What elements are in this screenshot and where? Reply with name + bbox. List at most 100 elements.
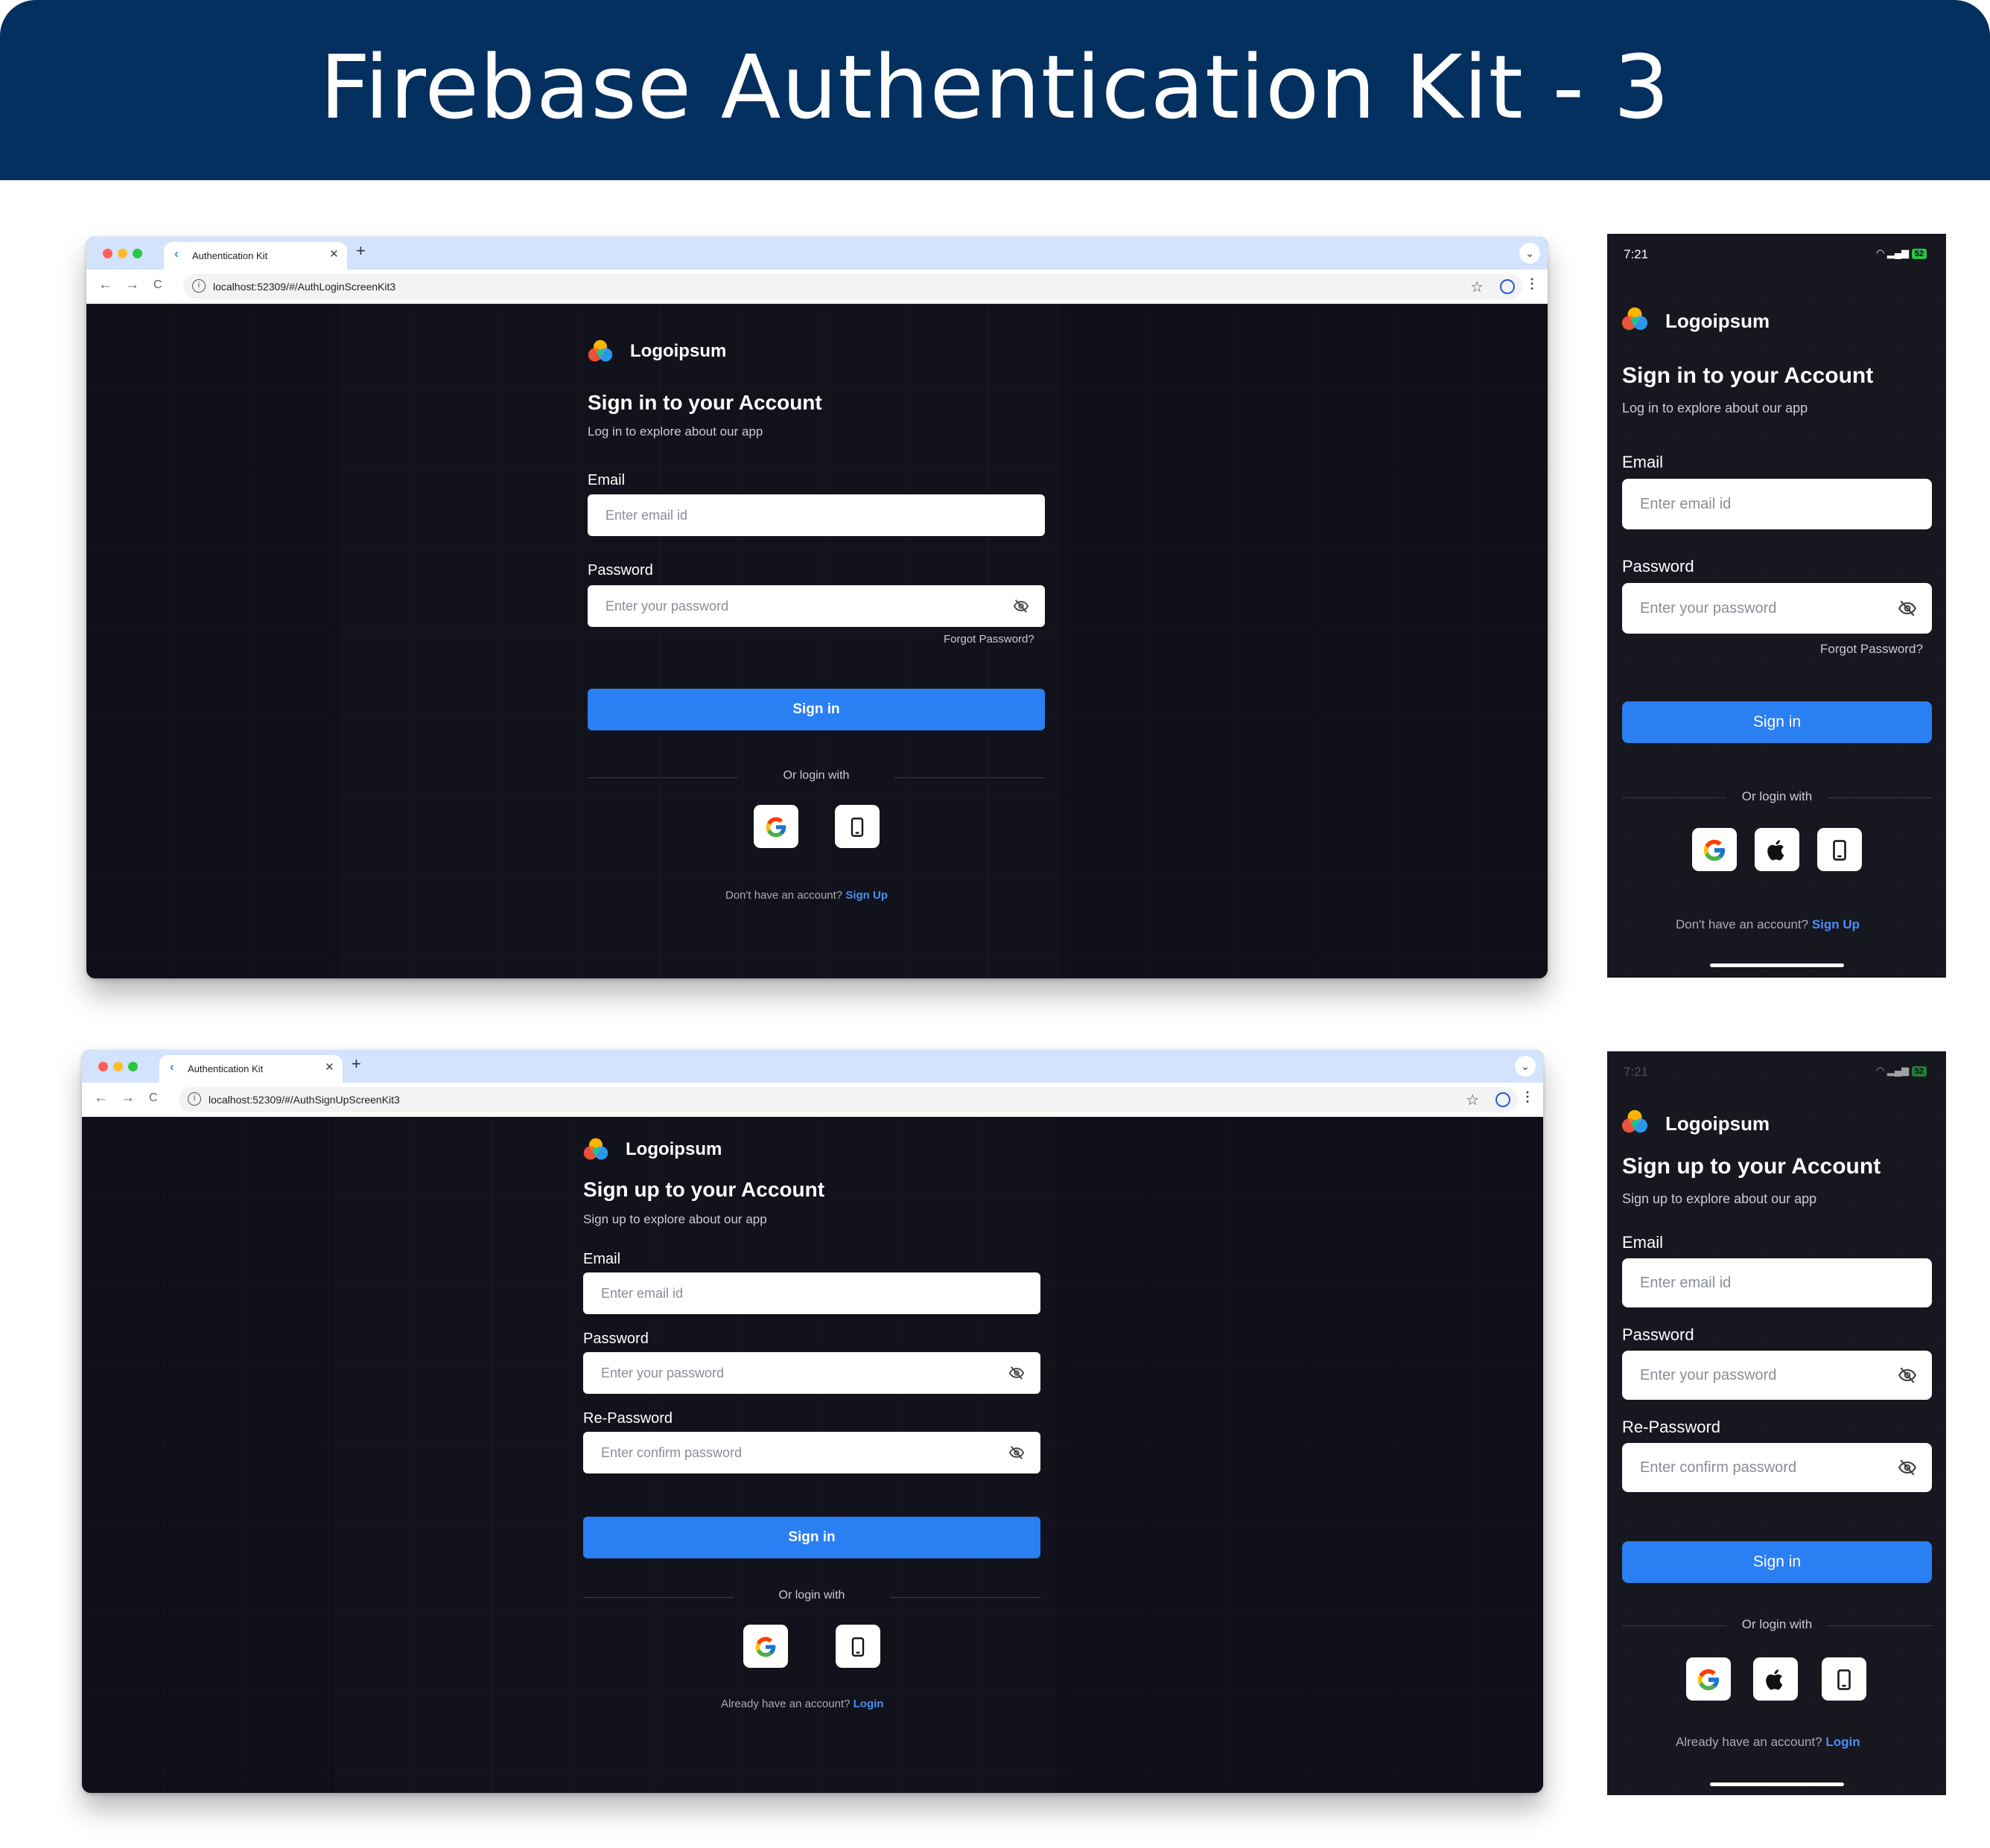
logo-icon: [582, 1136, 609, 1163]
status-time: 7:21: [1624, 247, 1649, 261]
phone-login-button[interactable]: [1822, 1657, 1866, 1701]
site-info-icon[interactable]: i: [188, 1092, 201, 1106]
password-input[interactable]: [1622, 1351, 1932, 1400]
sign-in-button[interactable]: Sign in: [1622, 1541, 1932, 1583]
phone-login-button[interactable]: [835, 805, 880, 848]
signal-icon: ▂▄▆: [1886, 247, 1910, 258]
url-field[interactable]: i localhost:52309/#/AuthLoginScreenKit3 …: [183, 274, 1522, 299]
email-input[interactable]: [588, 494, 1045, 536]
page-content: Logoipsum Sign in to your Account Log in…: [86, 304, 1548, 978]
forgot-password-link[interactable]: Forgot Password?: [1820, 642, 1923, 657]
browser-tab[interactable]: ‹ Authentication Kit ×: [164, 242, 347, 270]
apple-login-button[interactable]: [1755, 828, 1799, 871]
eye-off-icon[interactable]: [1013, 598, 1029, 614]
browser-window-login: ‹ Authentication Kit × + ⌄ ← → C i local…: [86, 237, 1548, 978]
email-label: Email: [1622, 1233, 1664, 1252]
tab-bar: ‹ Authentication Kit × + ⌄: [82, 1050, 1543, 1083]
sign-up-link[interactable]: Sign Up: [1812, 917, 1860, 931]
page-subtitle: Log in to explore about our app: [588, 424, 763, 439]
address-bar: ← → C i localhost:52309/#/AuthLoginScree…: [86, 270, 1548, 304]
bookmark-star-icon[interactable]: ☆: [1466, 1091, 1479, 1109]
sign-in-button[interactable]: Sign in: [588, 689, 1045, 730]
google-icon: [754, 1635, 778, 1659]
eye-off-icon[interactable]: [1008, 1444, 1025, 1461]
divider-right: [894, 777, 1045, 778]
phone-icon: [1828, 839, 1851, 861]
login-link[interactable]: Login: [1825, 1735, 1860, 1749]
login-link[interactable]: Login: [853, 1698, 884, 1710]
apple-login-button[interactable]: [1753, 1657, 1798, 1701]
close-window-dot[interactable]: [103, 249, 112, 258]
bookmark-star-icon[interactable]: ☆: [1470, 278, 1484, 296]
minimize-window-dot[interactable]: [113, 1062, 123, 1071]
battery-icon: 52: [1911, 249, 1927, 259]
maximize-window-dot[interactable]: [128, 1062, 138, 1071]
browser-menu-icon[interactable]: ⋮: [1521, 1089, 1534, 1105]
close-tab-icon[interactable]: ×: [330, 246, 338, 263]
close-window-dot[interactable]: [98, 1062, 108, 1071]
email-input[interactable]: [1622, 1258, 1932, 1307]
divider-text: Or login with: [1741, 1617, 1813, 1631]
back-icon[interactable]: ←: [98, 277, 112, 293]
eye-off-icon[interactable]: [1008, 1365, 1025, 1381]
google-login-button[interactable]: [1686, 1657, 1731, 1701]
reload-icon[interactable]: C: [153, 278, 162, 292]
google-login-button[interactable]: [754, 805, 798, 848]
eye-off-icon[interactable]: [1898, 1366, 1917, 1385]
close-tab-icon[interactable]: ×: [325, 1060, 334, 1076]
forgot-password-link[interactable]: Forgot Password?: [944, 633, 1034, 646]
forward-icon[interactable]: →: [121, 1090, 135, 1106]
back-icon[interactable]: ←: [94, 1090, 108, 1106]
sign-up-link[interactable]: Sign Up: [845, 889, 888, 902]
repassword-input[interactable]: [583, 1432, 1040, 1473]
footer-question: Already have an account?: [721, 1698, 851, 1710]
google-login-button[interactable]: [1692, 828, 1737, 871]
new-tab-icon[interactable]: +: [352, 1054, 361, 1074]
phone-login-button[interactable]: [1817, 828, 1862, 871]
password-input[interactable]: [1622, 583, 1932, 634]
home-indicator: [1710, 963, 1844, 967]
maximize-window-dot[interactable]: [133, 249, 142, 258]
logo-text: Logoipsum: [626, 1139, 722, 1159]
google-login-button[interactable]: [743, 1625, 788, 1668]
profile-icon[interactable]: [1495, 1092, 1510, 1107]
new-tab-icon[interactable]: +: [356, 241, 366, 261]
tab-title: Authentication Kit: [192, 250, 268, 261]
tab-title: Authentication Kit: [188, 1063, 264, 1074]
divider-right: [890, 1597, 1040, 1598]
password-label: Password: [583, 1331, 649, 1347]
sign-in-button[interactable]: Sign in: [1622, 701, 1932, 743]
password-input[interactable]: [588, 585, 1045, 627]
eye-off-icon[interactable]: [1898, 1458, 1917, 1477]
browser-tab[interactable]: ‹ Authentication Kit ×: [159, 1055, 343, 1083]
site-info-icon[interactable]: i: [192, 279, 206, 293]
profile-icon[interactable]: [1500, 279, 1515, 294]
password-label: Password: [1622, 557, 1694, 576]
sign-in-button[interactable]: Sign in: [583, 1517, 1040, 1558]
reload-icon[interactable]: C: [149, 1092, 158, 1105]
banner-title: Firebase Authentication Kit - 3: [320, 36, 1670, 138]
tab-search-icon[interactable]: ⌄: [1519, 243, 1540, 264]
password-input[interactable]: [583, 1352, 1040, 1394]
footer-text: Don't have an account? Sign Up: [725, 889, 888, 902]
page-content: Logoipsum Sign up to your Account Sign u…: [82, 1117, 1543, 1793]
status-icons: ◠ ▂▄▆ 52: [1876, 1065, 1927, 1077]
logo-text: Logoipsum: [1665, 310, 1770, 332]
phone-login-button[interactable]: [836, 1625, 880, 1668]
status-time: 7:21: [1624, 1065, 1649, 1079]
tab-search-icon[interactable]: ⌄: [1515, 1056, 1536, 1077]
url-text[interactable]: localhost:52309/#/AuthLoginScreenKit3: [213, 281, 395, 293]
url-field[interactable]: i localhost:52309/#/AuthSignUpScreenKit3…: [179, 1087, 1518, 1112]
repassword-input[interactable]: [1622, 1443, 1932, 1492]
url-text[interactable]: localhost:52309/#/AuthSignUpScreenKit3: [209, 1094, 400, 1106]
email-input[interactable]: [1622, 479, 1932, 529]
logo-icon: [1621, 1108, 1649, 1136]
email-input[interactable]: [583, 1272, 1040, 1314]
wifi-icon: ◠: [1875, 247, 1885, 258]
browser-menu-icon[interactable]: ⋮: [1525, 276, 1539, 292]
eye-off-icon[interactable]: [1898, 599, 1917, 618]
email-label: Email: [588, 472, 626, 488]
minimize-window-dot[interactable]: [118, 249, 127, 258]
address-bar: ← → C i localhost:52309/#/AuthSignUpScre…: [82, 1083, 1543, 1117]
forward-icon[interactable]: →: [125, 277, 139, 293]
